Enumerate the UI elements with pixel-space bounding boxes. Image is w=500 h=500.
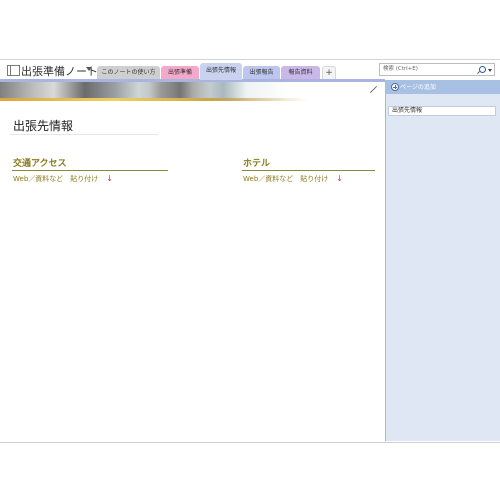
- section-heading-hotel[interactable]: ホテル: [243, 156, 270, 169]
- page-title[interactable]: 出張先情報: [13, 117, 73, 134]
- section-divider: [242, 170, 375, 171]
- page-banner-image: [0, 82, 385, 101]
- section-divider: [12, 170, 168, 171]
- chevron-down-icon[interactable]: [488, 69, 492, 72]
- tab-trip-report[interactable]: 出張報告: [243, 66, 280, 79]
- tab-how-to-use[interactable]: このノートの使い方: [97, 66, 160, 79]
- paste-note-access[interactable]: Web／資料など 貼り付け ↓: [13, 174, 113, 184]
- notebook-icon[interactable]: [7, 65, 20, 76]
- add-page-label[interactable]: ページの追加: [400, 82, 436, 91]
- section-heading-access[interactable]: 交通アクセス: [13, 156, 67, 169]
- chevron-down-icon[interactable]: [86, 67, 92, 71]
- paste-note-hotel[interactable]: Web／資料など 貼り付け ↓: [243, 174, 343, 184]
- tab-report-materials[interactable]: 報告資料: [281, 66, 320, 79]
- title-divider: [10, 134, 158, 135]
- notebook-title[interactable]: 出張準備ノート: [21, 63, 98, 79]
- page-list-pane: [385, 80, 500, 441]
- arrow-down-icon: ↓: [106, 174, 113, 183]
- add-page-icon[interactable]: [391, 83, 399, 91]
- paste-note-text: Web／資料など 貼り付け: [13, 175, 99, 183]
- search-input[interactable]: 検索 (Ctrl+E): [379, 63, 495, 76]
- page-list-item-label: 出張先情報: [392, 107, 423, 114]
- page-list-item[interactable]: 出張先情報: [388, 106, 496, 116]
- search-placeholder: 検索 (Ctrl+E): [383, 66, 418, 72]
- paste-note-text: Web／資料など 貼り付け: [243, 175, 329, 183]
- search-icon[interactable]: [479, 66, 486, 73]
- tab-trip-prep[interactable]: 出張準備: [161, 66, 199, 79]
- tab-destination-info[interactable]: 出張先情報: [200, 63, 242, 80]
- expand-icon[interactable]: [369, 86, 377, 94]
- arrow-down-icon: ↓: [336, 174, 343, 183]
- add-section-button[interactable]: +: [322, 66, 336, 79]
